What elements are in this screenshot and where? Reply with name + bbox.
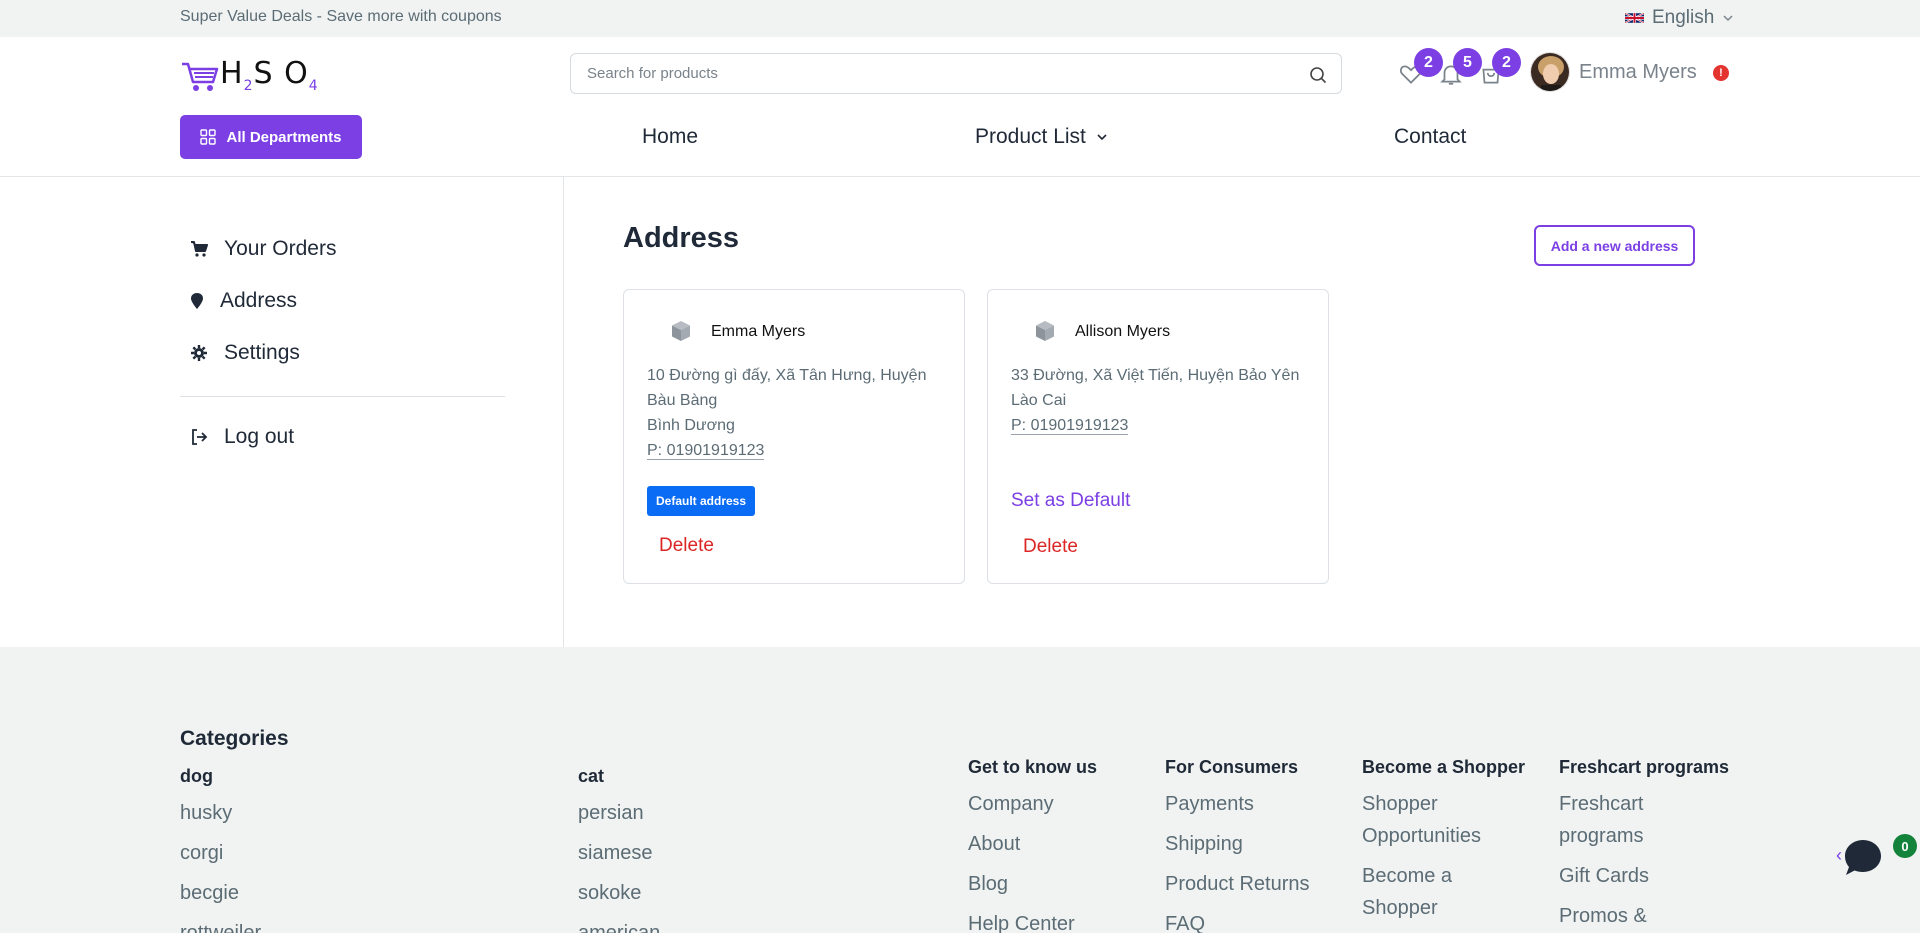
sidebar-divider [180, 396, 505, 397]
cart-icon [191, 241, 208, 257]
nav-product-list[interactable]: Product List [975, 125, 1108, 149]
nav-product-list-label: Product List [975, 125, 1086, 148]
address-details: 33 Đường, Xã Việt Tiến, Huyện Bảo Yên Là… [1011, 363, 1311, 438]
footer-column-get-to-know: Get to know us Company About Blog Help C… [968, 757, 1118, 933]
address-card: Allison Myers 33 Đường, Xã Việt Tiến, Hu… [987, 289, 1329, 584]
footer-link[interactable]: Payments [1165, 788, 1310, 820]
grid-icon [200, 129, 217, 145]
address-phone[interactable]: P: 01901919123 [647, 442, 765, 460]
page-title: Address [623, 222, 740, 254]
logo-text: H2S O4 [220, 56, 319, 94]
address-name: Emma Myers [711, 323, 806, 340]
address-card: Emma Myers 10 Đường gì đấy, Xã Tân Hưng,… [623, 289, 965, 584]
alert-icon[interactable]: ! [1713, 65, 1729, 81]
footer-link[interactable]: Promos & [1559, 900, 1709, 932]
chat-badge: 0 [1893, 834, 1917, 858]
footer-categories-title: Categories [180, 727, 289, 750]
sidebar-item-address[interactable]: Address [190, 289, 297, 313]
footer-link[interactable]: Gift Cards [1559, 860, 1709, 892]
language-label: English [1652, 7, 1715, 28]
footer-column-title: Freshcart programs [1559, 757, 1730, 777]
footer-column-title: Become a Shopper [1362, 757, 1526, 777]
chat-icon[interactable] [1841, 836, 1885, 880]
footer-column-shopper: Become a Shopper Shopper Opportunities B… [1362, 757, 1525, 932]
header-divider [0, 176, 1920, 177]
footer-column-consumers: For Consumers Payments Shipping Product … [1165, 757, 1310, 933]
sidebar-item-label: Settings [224, 341, 300, 364]
sidebar-item-settings[interactable]: Settings [190, 341, 300, 365]
footer-link[interactable]: Blog [968, 868, 1118, 900]
footer: Categories dog husky corgi becgie rottwe… [0, 647, 1920, 933]
top-strip: Super Value Deals - Save more with coupo… [0, 0, 1920, 37]
gear-icon [191, 345, 207, 361]
sidebar-border [563, 177, 564, 647]
footer-column-title: For Consumers [1165, 757, 1299, 777]
address-details: 10 Đường gì đấy, Xã Tân Hưng, Huyện Bàu … [647, 363, 947, 463]
box-icon [1036, 321, 1054, 341]
all-departments-button[interactable]: All Departments [180, 115, 362, 159]
avatar-image [1531, 53, 1569, 91]
set-default-button[interactable]: Set as Default [1011, 490, 1130, 512]
footer-column-title: dog [180, 766, 213, 786]
map-pin-icon [191, 293, 203, 309]
footer-link[interactable]: Help Center [968, 908, 1118, 933]
footer-link[interactable]: Product Returns [1165, 868, 1310, 900]
all-departments-label: All Departments [226, 128, 342, 146]
delete-address-button[interactable]: Delete [659, 535, 714, 557]
footer-column-title: cat [578, 766, 605, 786]
site-logo[interactable]: H2S O4 [180, 54, 319, 94]
address-line: 10 Đường gì đấy, Xã Tân Hưng, Huyện Bàu … [647, 367, 927, 409]
footer-link[interactable]: persian [578, 797, 660, 829]
footer-link[interactable]: Freshcart programs [1559, 788, 1709, 852]
address-phone[interactable]: P: 01901919123 [1011, 417, 1129, 435]
footer-link[interactable]: corgi [180, 837, 261, 869]
promo-text: Super Value Deals - Save more with coupo… [180, 8, 502, 25]
address-province: Lào Cai [1011, 392, 1067, 409]
footer-link[interactable]: Shopper Opportunities [1362, 788, 1512, 852]
cart-badge: 2 [1492, 48, 1521, 77]
username[interactable]: Emma Myers [1579, 61, 1697, 84]
footer-link[interactable]: Shipping [1165, 828, 1310, 860]
footer-link[interactable]: american [578, 917, 660, 933]
footer-link[interactable]: Company [968, 788, 1118, 820]
nav-home[interactable]: Home [642, 125, 698, 149]
footer-column-programs: Freshcart programs Freshcart programs Gi… [1559, 757, 1729, 933]
nav-contact[interactable]: Contact [1394, 125, 1466, 149]
sidebar-item-label: Log out [224, 425, 295, 448]
chevron-down-icon [1723, 15, 1733, 22]
footer-link[interactable]: siamese [578, 837, 660, 869]
sidebar-item-label: Your Orders [224, 237, 337, 260]
footer-link[interactable]: sokoke [578, 877, 660, 909]
chevron-down-icon [1097, 134, 1107, 141]
footer-link[interactable]: FAQ [1165, 908, 1310, 933]
search-input[interactable] [571, 54, 1271, 93]
address-line: 33 Đường, Xã Việt Tiến, Huyện Bảo Yên [1011, 367, 1300, 384]
footer-link[interactable]: Become a Shopper [1362, 860, 1512, 924]
avatar[interactable] [1530, 52, 1570, 92]
cart-logo-icon [182, 62, 219, 91]
footer-link[interactable]: About [968, 828, 1118, 860]
address-province: Bình Dương [647, 417, 735, 434]
sidebar-item-label: Address [220, 289, 298, 312]
sidebar-item-logout[interactable]: Log out [190, 425, 294, 449]
delete-address-button[interactable]: Delete [1023, 536, 1078, 558]
language-selector[interactable]: English [1625, 7, 1734, 29]
uk-flag-icon [1625, 12, 1644, 24]
search-icon[interactable] [1309, 66, 1327, 84]
footer-column-title: Get to know us [968, 757, 1098, 777]
footer-column-cat: cat persian siamese sokoke american [578, 766, 660, 933]
logout-icon [192, 429, 208, 445]
address-name: Allison Myers [1075, 323, 1171, 340]
search-box [570, 53, 1342, 94]
default-address-badge: Default address [647, 486, 756, 516]
box-icon [672, 321, 690, 341]
footer-link[interactable]: husky [180, 797, 261, 829]
footer-link[interactable]: rottweiler [180, 917, 261, 933]
sidebar-item-orders[interactable]: Your Orders [190, 237, 336, 261]
footer-link[interactable]: becgie [180, 877, 261, 909]
add-address-button[interactable]: Add a new address [1534, 225, 1695, 266]
footer-column-dog: dog husky corgi becgie rottweiler [180, 766, 261, 933]
